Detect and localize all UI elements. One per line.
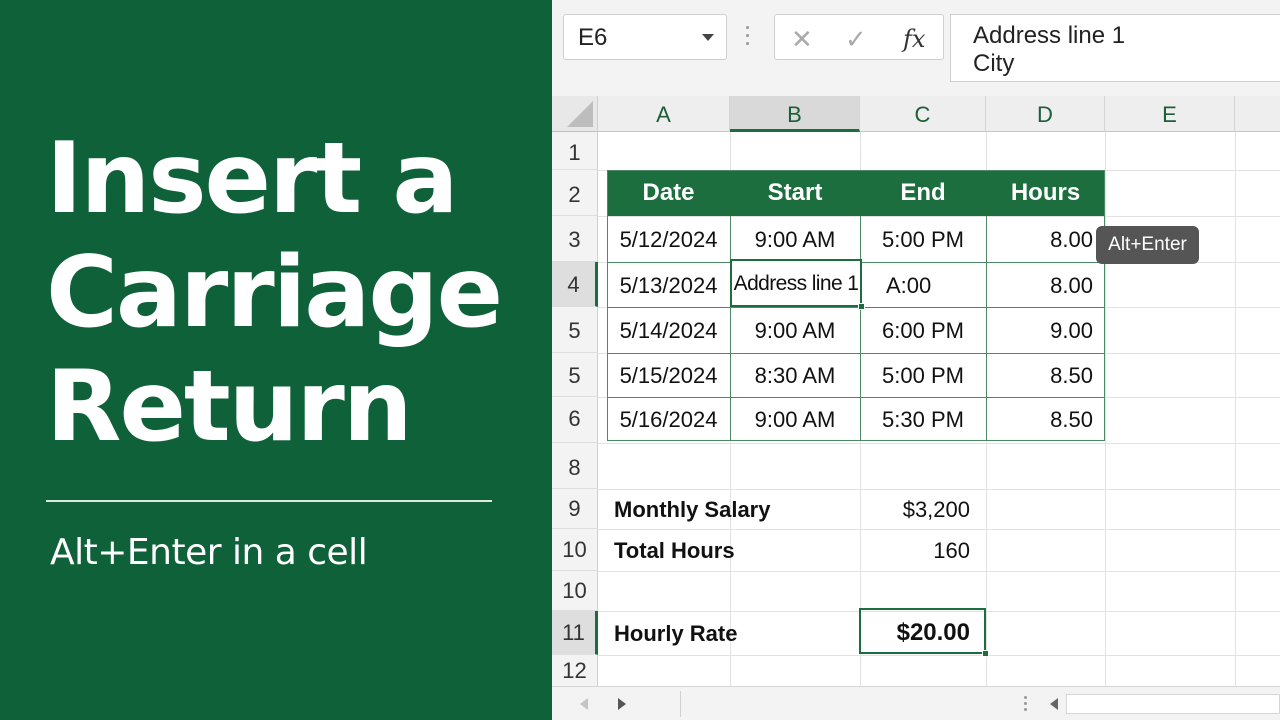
formula-bar: E6 ✕ ✓ fx Address line 1 City xyxy=(552,0,1280,96)
check-icon[interactable]: ✓ xyxy=(845,24,867,55)
monthly-salary-value[interactable]: $3,200 xyxy=(860,497,986,523)
cell-c4[interactable]: A:00 xyxy=(886,273,986,299)
cell-b3[interactable]: 9:00 AM xyxy=(730,227,860,253)
formula-line-2: City xyxy=(973,50,1015,77)
cell-b5b[interactable]: 8:30 AM xyxy=(730,363,860,389)
table-divider xyxy=(607,397,1105,398)
table-header-start[interactable]: Start xyxy=(730,170,860,216)
row-header-10b[interactable]: 10 xyxy=(552,571,598,611)
row-header-10[interactable]: 10 xyxy=(552,529,598,571)
column-header-d[interactable]: D xyxy=(986,96,1105,132)
headline-line-1: Insert a xyxy=(46,122,458,236)
row-header-11[interactable]: 11 xyxy=(552,611,598,655)
cell-d6[interactable]: 8.50 xyxy=(986,407,1105,433)
gridline xyxy=(598,216,1280,217)
separator xyxy=(680,691,681,717)
cell-c3[interactable]: 5:00 PM xyxy=(860,227,986,253)
cell-c5b[interactable]: 5:00 PM xyxy=(860,363,986,389)
table-header-end[interactable]: End xyxy=(860,170,986,216)
table-header-date[interactable]: Date xyxy=(607,170,730,216)
cancel-icon[interactable]: ✕ xyxy=(791,24,813,55)
more-options-icon[interactable] xyxy=(1024,696,1027,714)
monthly-salary-label[interactable]: Monthly Salary xyxy=(598,497,860,523)
column-header-a[interactable]: A xyxy=(598,96,730,132)
cell-d4[interactable]: 8.00 xyxy=(986,273,1105,299)
screen: Insert a Carriage Return Alt+Enter in a … xyxy=(0,0,1280,720)
row-header-2[interactable]: 2 xyxy=(552,170,598,216)
row-header-4[interactable]: 4 xyxy=(552,262,598,307)
scroll-right-icon[interactable] xyxy=(618,698,626,710)
cell-a3[interactable]: 5/12/2024 xyxy=(607,227,730,253)
total-hours-label[interactable]: Total Hours xyxy=(598,538,860,564)
row-header-3[interactable]: 3 xyxy=(552,216,598,262)
cell-d5[interactable]: 9.00 xyxy=(986,318,1105,344)
cell-d3[interactable]: 8.00 xyxy=(986,227,1105,253)
fill-handle[interactable] xyxy=(982,650,989,657)
banner-subtitle: Alt+Enter in a cell xyxy=(50,532,368,573)
cell-b6[interactable]: 9:00 AM xyxy=(730,407,860,433)
gridline xyxy=(598,443,1280,444)
title-banner: Insert a Carriage Return Alt+Enter in a … xyxy=(0,0,552,720)
row-header-8[interactable]: 8 xyxy=(552,443,598,489)
headline-line-3: Return xyxy=(46,350,413,464)
banner-divider xyxy=(46,500,492,502)
cell-a6[interactable]: 5/16/2024 xyxy=(607,407,730,433)
headline-line-2: Carriage xyxy=(46,236,503,350)
horizontal-scrollbar[interactable] xyxy=(1066,694,1280,714)
column-header-b[interactable]: B xyxy=(730,96,860,132)
cell-a5[interactable]: 5/14/2024 xyxy=(607,318,730,344)
gridline xyxy=(598,489,1280,490)
formula-line-1: Address line 1 xyxy=(973,22,1126,49)
gridline xyxy=(598,571,1280,572)
table-divider xyxy=(607,307,1105,308)
gridline xyxy=(598,655,1280,656)
shortcut-tooltip: Alt+Enter xyxy=(1096,226,1199,264)
formula-input[interactable]: Address line 1 City xyxy=(950,14,1280,82)
row-header-12[interactable]: 12 xyxy=(552,655,598,686)
cell-d5b[interactable]: 8.50 xyxy=(986,363,1105,389)
headline: Insert a Carriage Return xyxy=(46,122,526,464)
cell-c6[interactable]: 5:30 PM xyxy=(860,407,986,433)
formula-buttons: ✕ ✓ fx xyxy=(774,14,944,60)
total-hours-value[interactable]: 160 xyxy=(860,538,986,564)
row-header-6[interactable]: 6 xyxy=(552,397,598,443)
select-all-corner[interactable] xyxy=(552,96,598,132)
cell-c5[interactable]: 6:00 PM xyxy=(860,318,986,344)
cell-grid: A B C D E 1 2 3 4 5 5 6 8 9 10 10 11 12 xyxy=(552,96,1280,686)
row-header-5[interactable]: 5 xyxy=(552,307,598,353)
fill-handle[interactable] xyxy=(858,303,865,310)
hourly-rate-value[interactable]: $20.00 xyxy=(860,619,986,647)
insert-function-icon[interactable]: fx xyxy=(903,25,925,53)
name-box[interactable]: E6 xyxy=(563,14,727,60)
name-box-value: E6 xyxy=(578,24,608,51)
table-header-hours[interactable]: Hours xyxy=(986,170,1105,216)
scroll-left-icon[interactable] xyxy=(1050,698,1058,710)
column-header-c[interactable]: C xyxy=(860,96,986,132)
cell-b4-editing[interactable]: Address line 1 xyxy=(730,259,862,307)
table-divider xyxy=(607,353,1105,354)
cell-b5[interactable]: 9:00 AM xyxy=(730,318,860,344)
gridline xyxy=(598,529,1280,530)
row-header-1[interactable]: 1 xyxy=(552,132,598,170)
more-options-icon[interactable] xyxy=(746,26,750,48)
cell-a5b[interactable]: 5/15/2024 xyxy=(607,363,730,389)
chevron-down-icon[interactable] xyxy=(702,34,714,41)
column-header-e[interactable]: E xyxy=(1105,96,1235,132)
scroll-left-icon[interactable] xyxy=(580,698,588,710)
cell-a4[interactable]: 5/13/2024 xyxy=(607,273,730,299)
row-header-5b[interactable]: 5 xyxy=(552,353,598,397)
spreadsheet: E6 ✕ ✓ fx Address line 1 City A B C D E xyxy=(552,0,1280,720)
sheet-tab-bar xyxy=(552,686,1280,720)
row-header-9[interactable]: 9 xyxy=(552,489,598,529)
hourly-rate-label[interactable]: Hourly Rate xyxy=(598,621,860,647)
column-header-f[interactable] xyxy=(1235,96,1280,132)
